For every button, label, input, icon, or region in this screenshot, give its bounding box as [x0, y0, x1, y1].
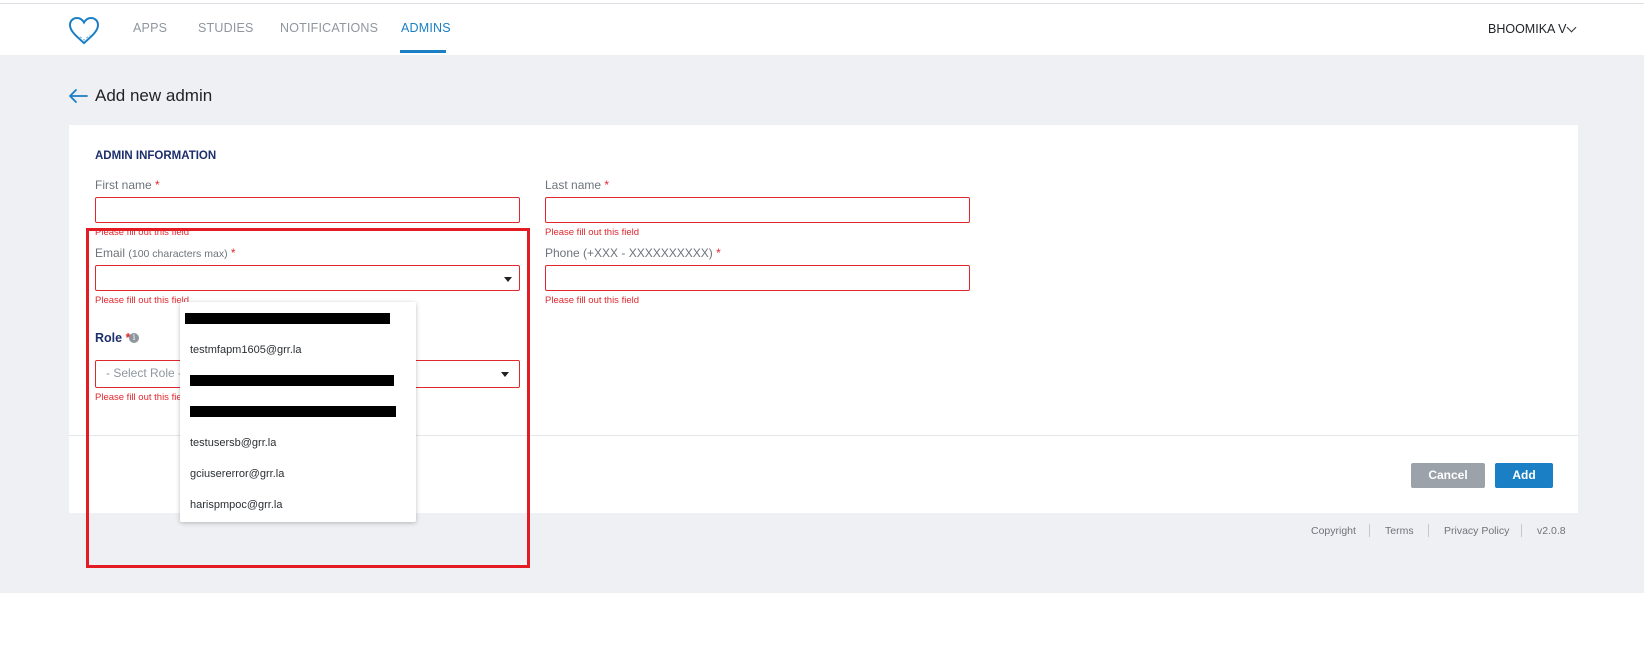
footer-terms[interactable]: Terms [1385, 525, 1414, 537]
first-name-field[interactable] [95, 197, 520, 223]
phone-error: Please fill out this field [545, 295, 639, 306]
nav-notifications[interactable]: NOTIFICATIONS [280, 21, 378, 35]
footer-privacy[interactable]: Privacy Policy [1444, 525, 1509, 537]
annotation-highlight-box [86, 228, 530, 568]
footer-separator [1521, 524, 1522, 537]
first-name-label: First name * [95, 178, 160, 192]
nav-admins[interactable]: ADMINS [401, 21, 451, 35]
nav-apps[interactable]: APPS [133, 21, 167, 35]
footer-separator [1428, 524, 1429, 537]
nav-studies[interactable]: STUDIES [198, 21, 254, 35]
add-button[interactable]: Add [1495, 463, 1553, 488]
last-name-error: Please fill out this field [545, 227, 639, 238]
user-menu[interactable]: BHOOMIKA V [1488, 22, 1567, 36]
section-title: ADMIN INFORMATION [95, 150, 217, 162]
back-arrow-icon[interactable] [68, 88, 88, 104]
heart-icon[interactable] [68, 16, 100, 46]
cancel-button[interactable]: Cancel [1411, 463, 1485, 488]
page-title: Add new admin [95, 86, 213, 105]
footer-copyright[interactable]: Copyright [1311, 525, 1356, 537]
footer-version: v2.0.8 [1537, 525, 1566, 537]
active-tab-indicator [400, 50, 446, 53]
phone-field[interactable] [545, 265, 970, 291]
footer-separator [1369, 524, 1370, 537]
phone-label: Phone (+XXX - XXXXXXXXXX) * [545, 246, 721, 260]
last-name-label: Last name * [545, 178, 610, 192]
last-name-field[interactable] [545, 197, 970, 223]
